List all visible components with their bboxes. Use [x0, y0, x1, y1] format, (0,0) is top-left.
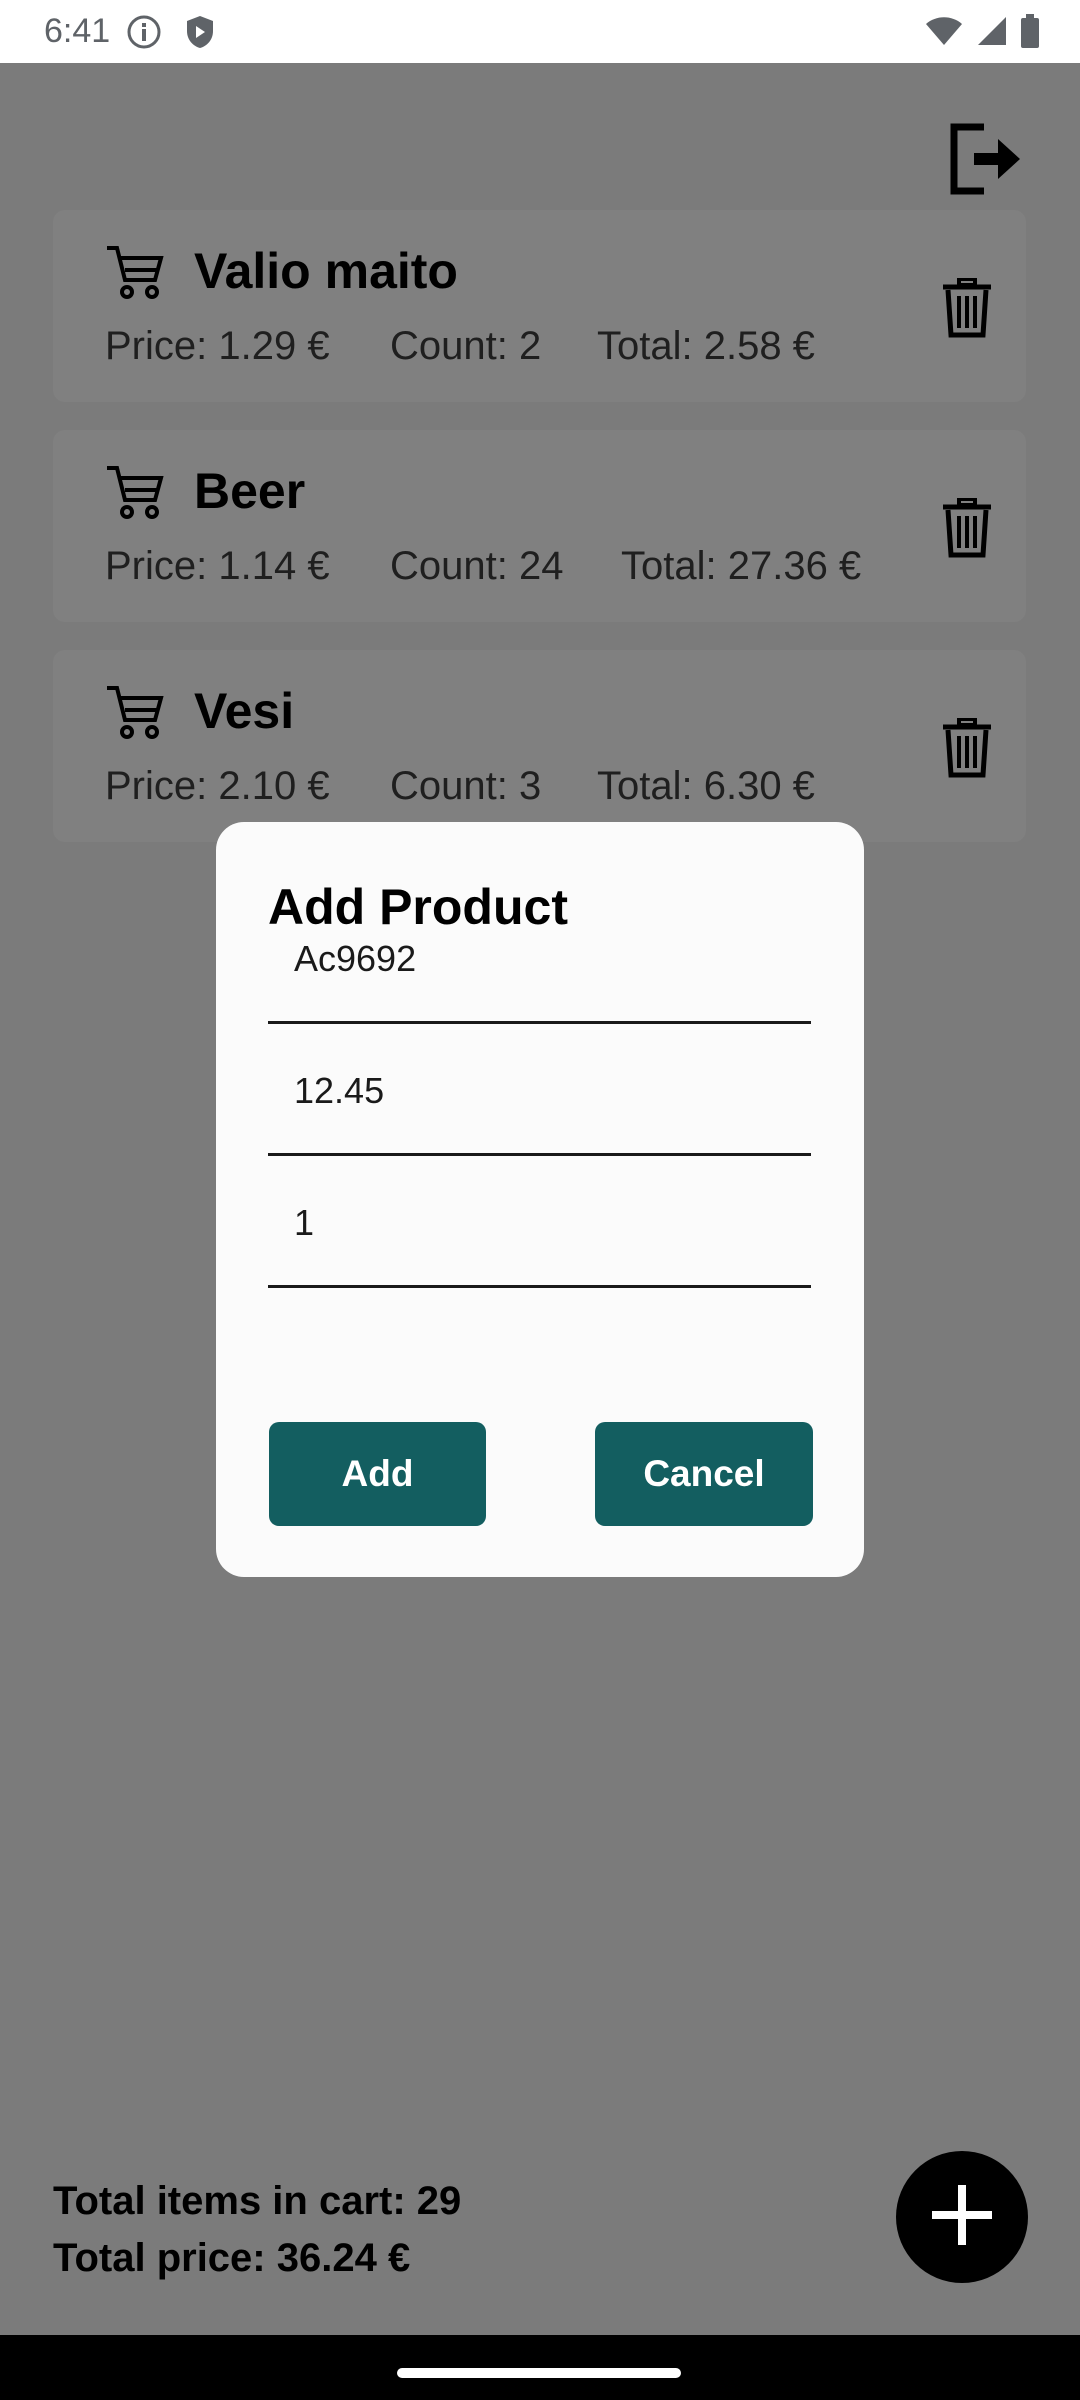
item-price: Price: 2.10 €: [105, 764, 330, 808]
item-count: Count: 24: [390, 544, 564, 588]
item-count: Count: 2: [390, 324, 542, 368]
home-indicator[interactable]: [397, 2368, 681, 2378]
shield-icon: [184, 14, 216, 55]
trash-icon[interactable]: [941, 277, 993, 343]
battery-icon: [1020, 14, 1040, 53]
cart-item: Beer Price: 1.14 € Count: 24 Total: 27.3…: [53, 430, 1026, 622]
item-name: Beer: [194, 463, 306, 519]
add-product-dialog: Add Product Add Cancel: [216, 822, 864, 1577]
cancel-button[interactable]: Cancel: [595, 1422, 813, 1526]
product-count-field[interactable]: [268, 1176, 811, 1288]
cart-summary: Total items in cart: 29 Total price: 36.…: [53, 2173, 461, 2287]
add-button[interactable]: Add: [269, 1422, 486, 1526]
total-items: Total items in cart: 29: [53, 2179, 462, 2223]
total-price: Total price: 36.24 €: [53, 2236, 411, 2280]
plus-icon: [927, 2180, 997, 2255]
item-total: Total: 27.36 €: [621, 544, 862, 588]
cart-icon: [105, 244, 165, 305]
item-price: Price: 1.14 €: [105, 544, 330, 588]
product-price-field[interactable]: [268, 1044, 811, 1156]
cart-item: Vesi Price: 2.10 € Count: 3 Total: 6.30 …: [53, 650, 1026, 842]
navigation-bar: [0, 2335, 1080, 2400]
trash-icon[interactable]: [941, 497, 993, 563]
info-icon: [126, 14, 162, 55]
product-name-input[interactable]: [294, 938, 794, 980]
cart-item: Valio maito Price: 1.29 € Count: 2 Total…: [53, 210, 1026, 402]
item-total: Total: 6.30 €: [597, 764, 815, 808]
item-name: Vesi: [194, 683, 295, 739]
status-bar: 6:41: [0, 0, 1080, 63]
item-count: Count: 3: [390, 764, 542, 808]
item-price: Price: 1.29 €: [105, 324, 330, 368]
status-time: 6:41: [44, 12, 111, 50]
cart-icon: [105, 684, 165, 745]
product-count-input[interactable]: [294, 1202, 794, 1244]
cart-icon: [105, 464, 165, 525]
add-product-button[interactable]: [896, 2151, 1028, 2283]
product-name-field[interactable]: [268, 912, 811, 1024]
logout-icon[interactable]: [948, 119, 1024, 204]
trash-icon[interactable]: [941, 717, 993, 783]
wifi-icon: [924, 15, 964, 52]
product-price-input[interactable]: [294, 1070, 794, 1112]
signal-icon: [976, 15, 1008, 52]
item-total: Total: 2.58 €: [597, 324, 815, 368]
item-name: Valio maito: [194, 243, 458, 299]
